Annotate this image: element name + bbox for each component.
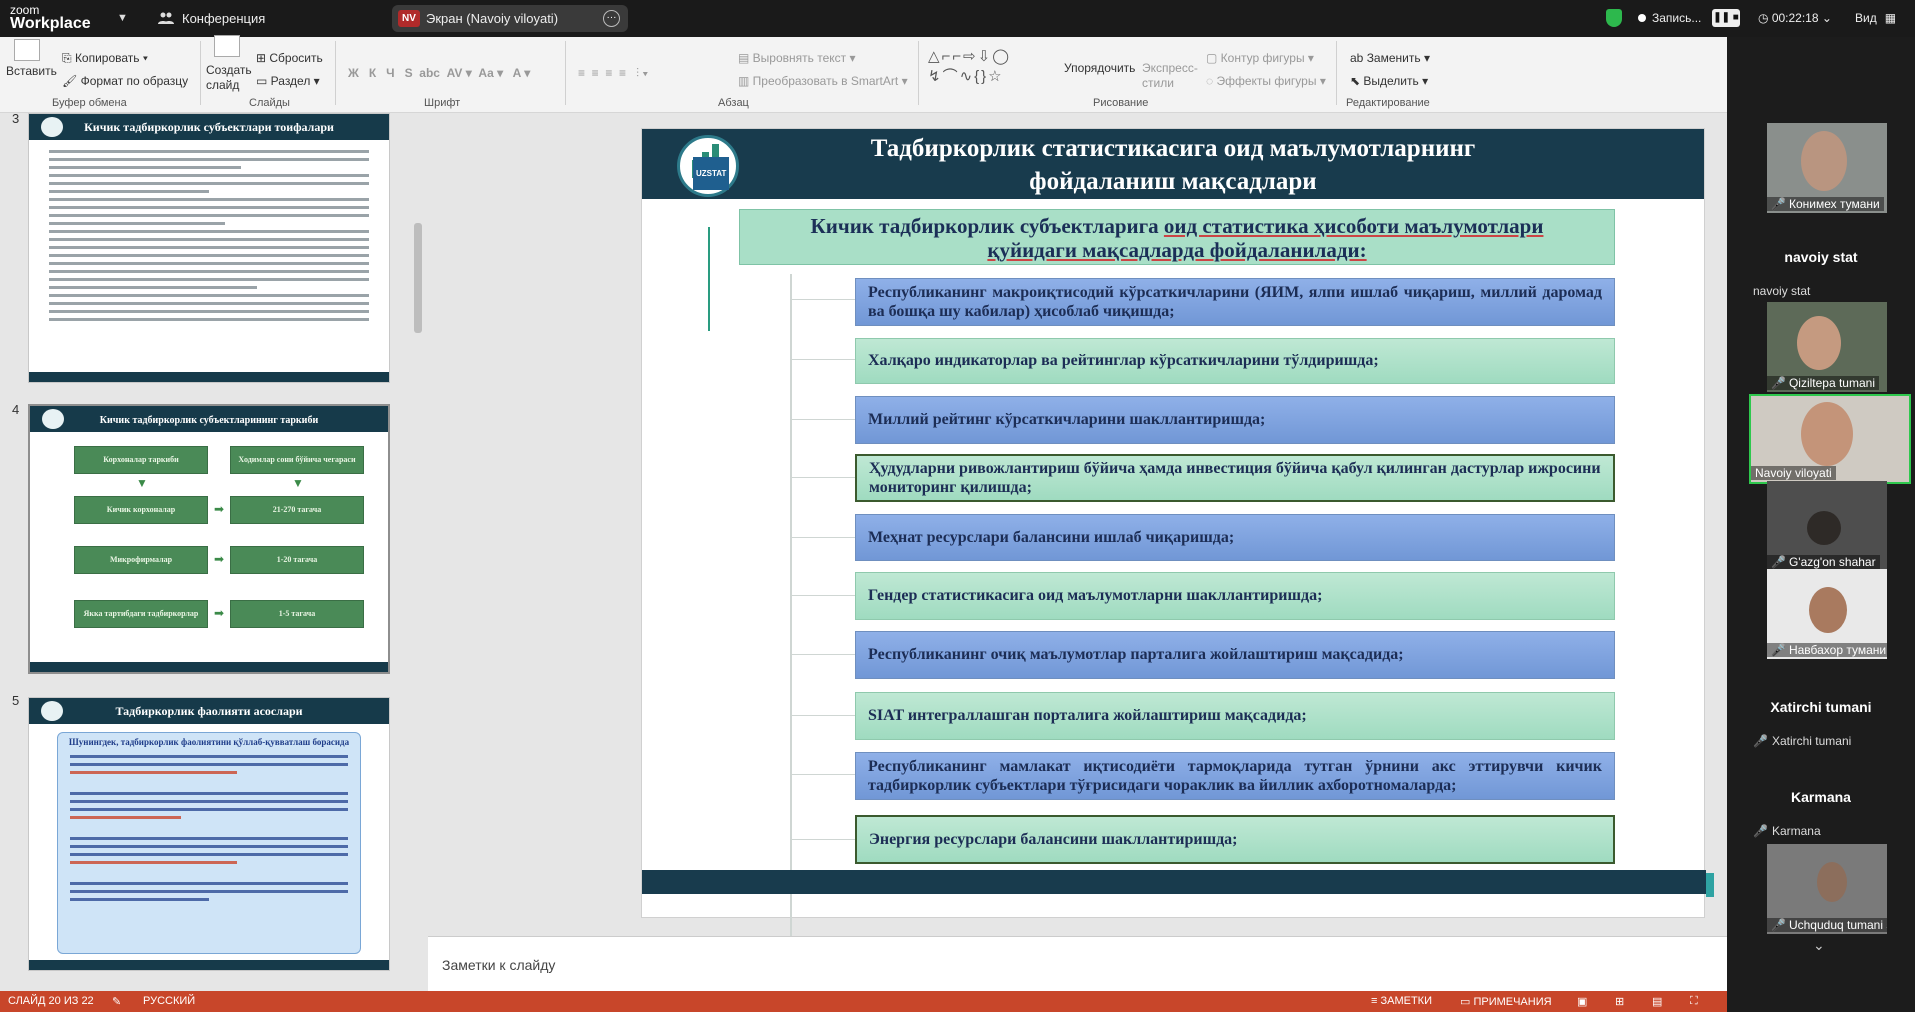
list-item: Меҳнат ресурслари балансини ишлаб чиқари… xyxy=(855,514,1615,561)
people-icon xyxy=(158,12,174,24)
new-slide-icon[interactable] xyxy=(214,35,240,57)
shape-effects-button[interactable]: ◌ Эффекты фигуры ▾ xyxy=(1206,74,1326,88)
video-tile[interactable]: 🎤 G'azg'on shahar xyxy=(1767,481,1887,571)
meeting-timer: ◷ 00:22:18 ⌄ xyxy=(1758,11,1832,25)
share-title: Экран (Navoiy viloyati) xyxy=(426,11,559,26)
list-item: Энергия ресурслари балансини шакллантири… xyxy=(855,815,1615,864)
list-item: Миллий рейтинг кўрсаткичларини шаклланти… xyxy=(855,396,1615,444)
paste-button[interactable]: Вставить xyxy=(6,64,57,78)
uzstat-logo-icon xyxy=(41,117,63,137)
reset-button[interactable]: ⊞ Сбросить xyxy=(256,51,323,65)
slide-notes-area[interactable]: Заметки к слайду xyxy=(428,936,1727,991)
notes-toggle[interactable]: ≡ ЗАМЕТКИ xyxy=(1371,995,1432,1007)
slide-editor: UZSTAT Тадбиркорлик статистикасига оид м… xyxy=(428,113,1727,991)
shape-outline-button[interactable]: ▢ Контур фигуры ▾ xyxy=(1206,51,1314,65)
paste-icon[interactable] xyxy=(14,39,40,61)
recording-status[interactable]: Запись... xyxy=(1638,11,1701,25)
arrange-button[interactable]: Упорядочить xyxy=(1064,61,1135,75)
muted-mic-icon: 🎤 xyxy=(1771,643,1786,657)
slide-counter: СЛАЙД 20 ИЗ 22 xyxy=(8,995,94,1007)
muted-mic-icon: 🎤 xyxy=(1771,555,1786,569)
chevron-down-icon[interactable]: ⌄ xyxy=(1813,937,1825,954)
record-dot-icon xyxy=(1638,14,1646,22)
list-item: Халқаро индикаторлар ва рейтинглар кўрса… xyxy=(855,338,1615,384)
chevron-down-icon[interactable]: ▼ xyxy=(117,12,128,24)
share-indicator[interactable]: NV Экран (Navoiy viloyati) ··· xyxy=(392,5,628,32)
zoom-top-bar: zoom Workplace ▼ Конференция NV Экран (N… xyxy=(0,0,1915,37)
list-item: Республиканинг очиқ маълумотлар парталиг… xyxy=(855,631,1615,679)
video-tile[interactable]: 🎤 Конимех тумани xyxy=(1767,123,1887,213)
slide-header: UZSTAT Тадбиркорлик статистикасига оид м… xyxy=(642,129,1704,199)
slideshow-icon[interactable]: ⛶ xyxy=(1690,995,1698,1008)
replace-button[interactable]: ab Заменить ▾ xyxy=(1350,51,1430,65)
reading-view-icon[interactable]: ▤ xyxy=(1652,995,1662,1008)
ribbon: Вставить ⎘ Копировать ▾ 🖌 Формат по обра… xyxy=(0,35,1727,113)
video-tile[interactable]: 🎤Uchquduq tumani sta... xyxy=(1767,844,1887,934)
select-button[interactable]: ⬉ Выделить ▾ xyxy=(1350,74,1428,88)
clock-icon: ◷ xyxy=(1758,11,1772,25)
more-icon[interactable]: ··· xyxy=(603,10,620,27)
view-button[interactable]: Вид ▦ xyxy=(1847,11,1896,25)
muted-mic-icon: 🎤 xyxy=(1753,734,1768,748)
slide-footer xyxy=(642,870,1706,894)
slide-thumbnail-5[interactable]: Тадбиркорлик фаолияти асослари Шунингдек… xyxy=(28,697,390,971)
quick-styles-button[interactable]: Экспресс-стили xyxy=(1142,61,1198,91)
convert-smartart-button[interactable]: ▥ Преобразовать в SmartArt ▾ xyxy=(738,74,908,88)
language-indicator[interactable]: РУССКИЙ xyxy=(143,995,195,1007)
thumbnail-scrollbar[interactable] xyxy=(411,113,425,991)
security-shield-icon[interactable] xyxy=(1606,9,1622,27)
list-item: Гендер статистикасига оид маълумотларни … xyxy=(855,572,1615,620)
muted-mic-icon: 🎤 xyxy=(1771,376,1786,390)
normal-view-icon[interactable]: ▣ xyxy=(1577,995,1587,1008)
align-text-button[interactable]: ▤ Выровнять текст ▾ xyxy=(738,51,856,65)
muted-mic-icon: 🎤 xyxy=(1771,197,1786,211)
muted-mic-icon: 🎤 xyxy=(1771,918,1786,932)
copy-button[interactable]: ⎘ Копировать ▾ xyxy=(62,51,148,66)
slide-subtitle: Кичик тадбиркорлик субъектларига оид ста… xyxy=(739,209,1615,265)
status-bar: СЛАЙД 20 ИЗ 22 ✎ РУССКИЙ ≡ ЗАМЕТКИ ▭ ПРИ… xyxy=(0,991,1727,1012)
spellcheck-icon[interactable]: ✎ xyxy=(112,995,121,1008)
video-tile[interactable]: 🎤 Навбахор тумани xyxy=(1767,569,1887,659)
format-painter-button[interactable]: 🖌 Формат по образцу xyxy=(62,74,188,88)
zoom-logo: zoom Workplace xyxy=(10,3,91,32)
grid-icon: ▦ xyxy=(1884,11,1897,25)
muted-mic-icon: 🎤 xyxy=(1753,824,1768,838)
uzstat-logo: UZSTAT xyxy=(677,135,739,197)
paragraph-align-buttons[interactable]: ≡ ≡ ≡ ≡ ⫶ ▾ xyxy=(578,66,648,81)
list-item: Республиканинг макроиқтисодий кўрсаткичл… xyxy=(855,278,1615,326)
current-slide[interactable]: UZSTAT Тадбиркорлик статистикасига оид м… xyxy=(641,128,1714,970)
slide-thumbnail-panel: 3 Кичик тадбиркорлик субъектлари тоифала… xyxy=(0,111,428,991)
conference-button[interactable]: Конференция xyxy=(158,11,265,26)
list-item: Республиканинг мамлакат иқтисодиёти тарм… xyxy=(855,752,1615,800)
comments-toggle[interactable]: ▭ ПРИМЕЧАНИЯ xyxy=(1460,995,1552,1008)
video-tile-active[interactable]: Navoiy viloyati xyxy=(1749,394,1911,484)
slide-sorter-icon[interactable]: ⊞ xyxy=(1615,995,1624,1008)
font-style-buttons[interactable]: Ж К Ч S abc AV ▾ Aa ▾ A ▾ xyxy=(348,66,530,80)
slide-thumbnail-4[interactable]: Кичик тадбиркорлик субъектларининг тарки… xyxy=(28,404,390,674)
share-avatar: NV xyxy=(398,10,420,27)
new-slide-button[interactable]: Создать слайд xyxy=(206,63,252,93)
list-item: Ҳудудларни ривожлантириш бўйича ҳамда ин… xyxy=(855,454,1615,502)
participants-panel: 🎤 Конимех тумани navoiy stat navoiy stat … xyxy=(1727,37,1915,1012)
list-item: SIAT интеграллашган порталига жойлаштири… xyxy=(855,692,1615,740)
uzstat-logo-icon xyxy=(42,409,64,429)
section-button[interactable]: ▭ Раздел ▾ xyxy=(256,74,320,88)
uzstat-logo-icon xyxy=(41,701,63,721)
pause-recording-button[interactable]: ❚❚ ■ xyxy=(1712,9,1740,27)
video-tile[interactable]: 🎤 Qiziltepa tumani xyxy=(1767,302,1887,392)
slide-thumbnail-3[interactable]: Кичик тадбиркорлик субъектлари тоифалари xyxy=(28,113,390,383)
shapes-gallery[interactable]: △⌐⌐⇨⇩◯ ↯⌒∿{}☆ xyxy=(928,47,1011,86)
